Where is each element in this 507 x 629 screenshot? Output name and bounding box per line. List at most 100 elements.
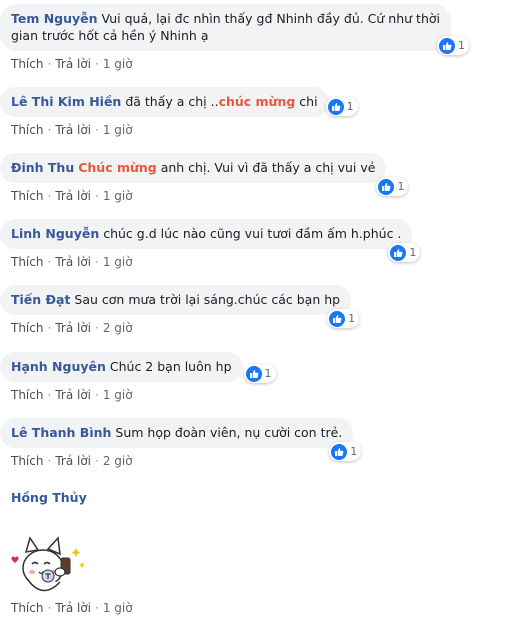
comment-time[interactable]: 1 giờ xyxy=(103,255,133,269)
comment-text: Vui quá, lại đc nhìn thấy gđ Nhinh đầy đ… xyxy=(101,11,440,26)
reply-link[interactable]: Trả lời xyxy=(55,388,91,402)
comment-actions: Thích · Trả lời · 1 giờ xyxy=(11,388,507,402)
comment-time[interactable]: 2 giờ xyxy=(103,454,133,468)
comment: Hồng Thủy xyxy=(11,490,87,505)
comment-time[interactable]: 1 giờ xyxy=(103,123,133,137)
like-icon xyxy=(439,37,455,54)
comment-actions: Thích · Trả lời · 1 giờ xyxy=(11,255,507,269)
comment: Linh Nguyễn chúc g.d lúc nào cũng vui tư… xyxy=(0,219,507,269)
comment-actions: Thích · Trả lời · 2 giờ xyxy=(11,454,507,468)
like-link[interactable]: Thích xyxy=(11,255,43,269)
commenter-name[interactable]: Lê Thi Kim Hiền xyxy=(11,94,121,109)
comment-actions: Thích · Trả lời · 1 giờ xyxy=(11,123,507,137)
reaction-count-number: 1 xyxy=(397,180,405,193)
comment-bubble: Tem Nguyễn Vui quá, lại đc nhìn thấy gđ … xyxy=(0,4,469,55)
separator: · xyxy=(95,255,99,269)
comment-highlight[interactable]: chúc mừng xyxy=(219,94,296,109)
separator: · xyxy=(47,123,52,137)
comment-text: Chúc 2 bạn luôn hp xyxy=(109,359,232,374)
commenter-name[interactable]: Hạnh Nguyên xyxy=(11,359,106,374)
reply-link[interactable]: Trả lời xyxy=(55,57,91,71)
reaction-count[interactable]: 1 xyxy=(329,442,362,461)
like-link[interactable]: Thích xyxy=(11,454,43,468)
commenter-name[interactable]: Tiến Đạt xyxy=(11,292,70,307)
like-link[interactable]: Thích xyxy=(11,189,43,203)
comment-bubble: Linh Nguyễn chúc g.d lúc nào cũng vui tư… xyxy=(0,219,421,262)
reply-link[interactable]: Trả lời xyxy=(55,123,91,137)
like-link[interactable]: Thích xyxy=(11,123,43,137)
reply-link[interactable]: Trả lời xyxy=(55,189,91,203)
comment-time[interactable]: 2 giờ xyxy=(103,321,133,335)
reply-link[interactable]: Trả lời xyxy=(55,321,91,335)
separator: · xyxy=(47,255,52,269)
separator: · xyxy=(95,57,99,71)
comment-text: Sau cơn mưa trời lại sáng.chúc các bạn h… xyxy=(74,292,341,307)
comment: Đinh Thu Chúc mừng anh chị. Vui vì đã th… xyxy=(0,153,507,203)
comment: Lê Thanh Bình Sum họp đoàn viên, nụ cười… xyxy=(0,418,507,468)
reaction-count-number: 1 xyxy=(409,246,417,259)
like-icon xyxy=(245,365,262,382)
separator: · xyxy=(95,321,99,335)
commenter-name[interactable]: Đinh Thu xyxy=(11,160,74,175)
comment-text: anh chị. Vui vì đã thấy a chị vui vẻ xyxy=(156,160,376,175)
comment-bubble: Đinh Thu Chúc mừng anh chị. Vui vì đã th… xyxy=(0,153,409,196)
reaction-count[interactable]: 1 xyxy=(376,177,409,196)
comment-time[interactable]: 1 giờ xyxy=(103,388,133,402)
separator: · xyxy=(47,601,52,615)
separator: · xyxy=(95,123,99,137)
reaction-count-number: 1 xyxy=(350,445,358,458)
comment-text: chi xyxy=(295,94,318,109)
commenter-name[interactable]: Linh Nguyễn xyxy=(11,226,99,241)
reply-link[interactable]: Trả lời xyxy=(55,454,91,468)
reaction-count[interactable]: 1 xyxy=(243,364,276,383)
reaction-count[interactable]: 1 xyxy=(437,36,469,55)
comment-bubble: Lê Thanh Bình Sum họp đoàn viên, nụ cười… xyxy=(0,418,362,461)
separator: · xyxy=(47,388,52,402)
like-icon xyxy=(390,244,407,261)
like-link[interactable]: Thích xyxy=(11,601,43,615)
separator: · xyxy=(47,189,52,203)
reaction-count-number: 1 xyxy=(458,39,465,52)
comment-text: đã thấy a chị .. xyxy=(125,94,219,109)
comment: Tiến Đạt Sau cơn mưa trời lại sáng.chúc … xyxy=(0,285,507,335)
separator: · xyxy=(95,454,99,468)
commenter-name[interactable]: Hồng Thủy xyxy=(11,490,87,505)
comment: Hạnh Nguyên Chúc 2 bạn luôn hp 1 Thích · T… xyxy=(0,352,507,402)
commenter-name[interactable]: Tem Nguyễn xyxy=(11,11,98,26)
comment-time[interactable]: 1 giờ xyxy=(103,189,133,203)
like-icon xyxy=(327,98,344,115)
comment-text: Sum họp đoàn viên, nụ cười con trẻ. xyxy=(115,425,343,440)
commenter-name[interactable]: Lê Thanh Bình xyxy=(11,425,111,440)
separator: · xyxy=(95,388,99,402)
like-link[interactable]: Thích xyxy=(11,388,43,402)
like-link[interactable]: Thích xyxy=(11,57,43,71)
like-link[interactable]: Thích xyxy=(11,321,43,335)
like-icon xyxy=(329,310,346,327)
comment-bubble: Lê Thi Kim Hiền đã thấy a chị ..chúc mừn… xyxy=(0,87,358,117)
comment-actions: Thích · Trả lời · 1 giờ xyxy=(11,601,133,615)
comment: Tem Nguyễn Vui quá, lại đc nhìn thấy gđ … xyxy=(0,4,507,71)
reaction-count[interactable]: 1 xyxy=(327,309,360,328)
comment-time[interactable]: 1 giờ xyxy=(103,601,133,615)
comment-bubble: Tiến Đạt Sau cơn mưa trời lại sáng.chúc … xyxy=(0,285,360,328)
comment-bubble: Hạnh Nguyên Chúc 2 bạn luôn hp 1 xyxy=(0,352,276,383)
separator: · xyxy=(95,189,99,203)
reaction-count-number: 1 xyxy=(264,367,272,380)
reaction-count[interactable]: 1 xyxy=(388,243,421,262)
reply-link[interactable]: Trả lời xyxy=(55,601,91,615)
comment-actions: Thích · Trả lời · 2 giờ xyxy=(11,321,507,335)
separator: · xyxy=(47,321,52,335)
comment: Lê Thi Kim Hiền đã thấy a chị ..chúc mừn… xyxy=(0,87,507,137)
reaction-count-number: 1 xyxy=(346,100,354,113)
cat-with-phone-sticker[interactable] xyxy=(4,534,88,598)
reaction-count[interactable]: 1 xyxy=(325,97,358,116)
comment-text: chúc g.d lúc nào cũng vui tươi đầm ấm h.… xyxy=(103,226,402,241)
comment-highlight[interactable]: Chúc mừng xyxy=(78,160,157,175)
comment-time[interactable]: 1 giờ xyxy=(103,57,133,71)
like-icon xyxy=(378,178,395,195)
reaction-count-number: 1 xyxy=(348,312,356,325)
comment-actions: Thích · Trả lời · 1 giờ xyxy=(11,57,507,71)
separator: · xyxy=(47,57,52,71)
reply-link[interactable]: Trả lời xyxy=(55,255,91,269)
comment-text: gian trước hốt cả hền ý Nhinh ạ xyxy=(11,28,209,43)
